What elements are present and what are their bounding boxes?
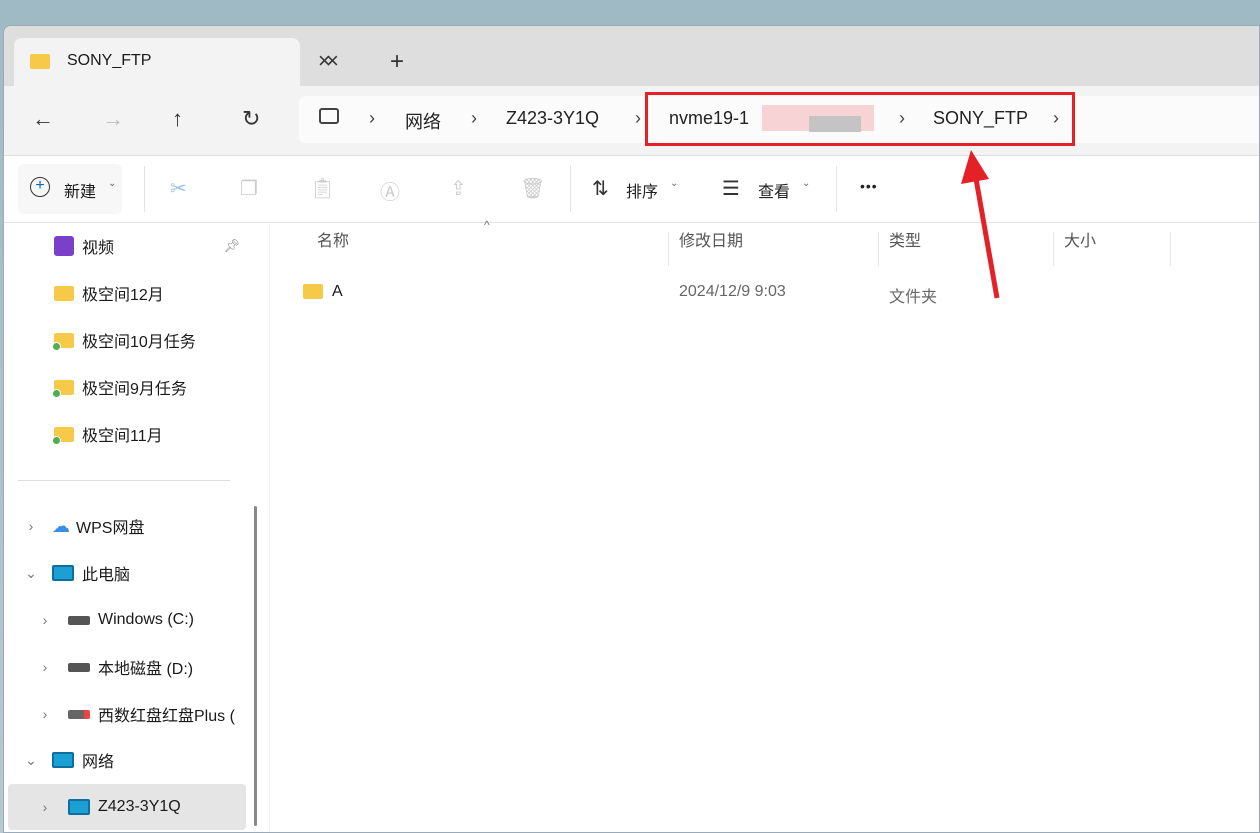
folder-icon [54,285,74,301]
sidebar-label: 此电脑 [82,567,131,584]
sidebar-label: 极空间11月 [82,428,163,445]
tab-bar: SONY_FTP × × + [4,26,1259,86]
video-icon [54,236,74,256]
sidebar-label: Windows (C:) [98,611,195,628]
tab-title: SONY_FTP [67,52,152,69]
back-button[interactable]: ← [32,106,54,132]
sidebar-item-drive-c[interactable]: › Windows (C:) [8,598,246,642]
sidebar-label: Z423-3Y1Q [98,798,181,815]
file-modified: 2024/12/9 9:03 [679,283,786,300]
chevron-right-icon: › [471,108,477,128]
view-button[interactable]: 查看 [758,178,790,202]
chevron-down-icon[interactable]: ⌄ [24,752,38,769]
sidebar-item-folder[interactable]: 极空间12月 [8,271,246,315]
chevron-right-icon[interactable]: › [24,518,38,534]
folder-sync-icon [52,332,74,351]
sidebar-scrollbar[interactable] [254,506,257,826]
computer-icon [52,565,74,581]
command-bar: + 新建 ⌄ ✂ ❐ 📋︎ Ⓐ ⇪ 🗑︎ ⇅ 排序 ⌄ ☰ 查看 ⌄ ••• [4,156,1259,223]
chevron-down-icon: ⌄ [802,178,811,189]
rename-icon[interactable]: Ⓐ [380,176,400,205]
sidebar-item-video[interactable]: 视频 📌︎ [8,224,246,268]
plus-circle-icon: + [30,177,50,197]
tab-sony-ftp[interactable]: SONY_FTP × [14,38,339,86]
divider [18,480,230,481]
navigation-pane: 视频 📌︎ 极空间12月 极空间10月任务 极空间9月任务 极空间11月 › ☁ W… [4,224,252,832]
sidebar-label: 极空间9月任务 [82,381,187,398]
breadcrumb-network[interactable]: 网络 [405,108,441,134]
table-row[interactable]: A 2024/12/9 9:03 文件夹 [270,270,1170,310]
sidebar-label: 极空间12月 [82,287,164,304]
cut-icon[interactable]: ✂ [170,176,187,201]
computer-icon [319,108,339,124]
folder-icon [303,284,323,299]
forward-button[interactable]: → [102,106,124,132]
chevron-right-icon: › [369,108,375,128]
file-list: ^ 名称 修改日期 类型 大小 A 2024/12/9 9:03 文件夹 [269,218,1259,832]
view-icon: ☰ [722,178,740,200]
sidebar-item-network[interactable]: ⌄ 网络 [8,738,246,782]
sidebar-label: 极空间10月任务 [82,334,196,351]
chevron-right-icon[interactable]: › [38,659,52,675]
chevron-right-icon[interactable]: › [38,706,52,722]
share-icon[interactable]: ⇪ [450,176,467,201]
file-explorer-window: SONY_FTP × × + ← → ↑ ↻ › 网络 › Z423-3Y1Q … [3,25,1260,833]
disconnected-drive-icon [68,709,90,719]
sort-icon: ⇅ [592,178,609,200]
sidebar-item-host[interactable]: › Z423-3Y1Q [8,784,246,830]
chevron-right-icon[interactable]: › [38,612,52,628]
annotation-highlight-box [645,92,1075,146]
chevron-down-icon: ⌄ [670,178,679,189]
computer-icon [68,799,90,815]
chevron-down-icon: ⌄ [108,178,117,189]
up-button[interactable]: ↑ [172,106,183,132]
more-options-button[interactable]: ••• [860,178,878,194]
refresh-button[interactable]: ↻ [242,106,260,132]
folder-sync-icon [52,379,74,398]
sidebar-label: 西数红盘红盘Plus ( [98,708,235,725]
sidebar-label: 网络 [82,754,115,771]
column-header-modified[interactable]: 修改日期 [669,232,879,266]
sidebar-item-this-pc[interactable]: ⌄ 此电脑 [8,551,246,595]
close-tab-button[interactable]: × [318,48,331,74]
pin-icon[interactable]: 📌︎ [223,238,240,254]
file-type: 文件夹 [889,289,938,306]
sidebar-label: 本地磁盘 (D:) [98,661,194,678]
sort-ascending-icon: ^ [484,218,490,232]
folder-icon [30,54,50,69]
sidebar-label: WPS网盘 [76,520,145,537]
sidebar-item-wps[interactable]: › ☁ WPS网盘 [8,504,246,548]
sidebar-item-folder[interactable]: 极空间11月 [8,412,246,456]
windows-drive-icon [68,615,90,625]
sidebar-item-drive-d[interactable]: › 本地磁盘 (D:) [8,645,246,689]
sidebar-label: 视频 [82,240,115,257]
chevron-down-icon[interactable]: ⌄ [24,565,38,582]
sort-button[interactable]: 排序 [626,178,658,202]
sidebar-item-folder[interactable]: 极空间10月任务 [8,318,246,362]
sidebar-item-folder[interactable]: 极空间9月任务 [8,365,246,409]
column-header-size[interactable]: 大小 [1054,232,1171,266]
sidebar-item-network-drive[interactable]: › 西数红盘红盘Plus ( [8,692,246,736]
chevron-right-icon: › [635,108,641,128]
delete-icon[interactable]: 🗑︎ [520,176,545,201]
copy-icon[interactable]: ❐ [240,176,258,201]
cloud-icon: ☁ [52,515,70,536]
new-label: 新建 [64,184,97,201]
new-tab-button[interactable]: + [390,48,404,76]
new-button[interactable]: + 新建 ⌄ [18,164,122,214]
file-name: A [332,283,343,300]
column-header-name[interactable]: 名称 [307,232,669,266]
chevron-right-icon[interactable]: › [38,799,52,815]
folder-sync-icon [52,426,74,445]
paste-icon[interactable]: 📋︎ [310,176,335,201]
network-icon [52,752,74,768]
drive-icon [68,662,90,672]
annotation-arrow [961,150,1000,299]
breadcrumb-host[interactable]: Z423-3Y1Q [506,108,599,129]
